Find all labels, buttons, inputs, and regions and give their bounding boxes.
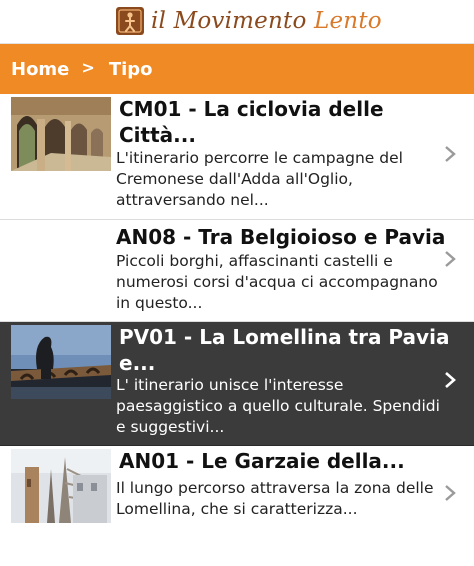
logo[interactable]: il Movimento Lento xyxy=(115,5,382,37)
thumbnail-pv01 xyxy=(11,325,111,399)
item-description: L' itinerario unisce l'interesse paesagg… xyxy=(116,376,440,436)
list-item-selected[interactable]: PV01 - La Lomellina tra Pavia e... L' it… xyxy=(0,322,474,446)
item-title: PV01 - La Lomellina tra Pavia e... xyxy=(119,325,450,375)
logo-word-2: Lento xyxy=(314,8,382,34)
item-description: Il lungo percorso attraversa la zona del… xyxy=(116,479,434,518)
list-item[interactable]: AN01 - Le Garzaie della... Il lungo perc… xyxy=(0,446,474,566)
item-description: Piccoli borghi, affascinanti castelli e … xyxy=(116,252,438,312)
item-description: L'itinerario percorre le campagne del Cr… xyxy=(116,149,403,209)
chevron-right-icon xyxy=(445,485,456,501)
list-item[interactable]: CM01 - La ciclovia delle Città... L'itin… xyxy=(0,94,474,220)
breadcrumb-current: Tipo xyxy=(108,58,153,80)
chevron-right-icon xyxy=(445,372,456,388)
thumbnail-cm01 xyxy=(11,97,111,171)
logo-text: il Movimento Lento xyxy=(151,8,382,34)
list-item[interactable]: AN08 - Tra Belgioioso e Pavia Piccoli bo… xyxy=(0,220,474,322)
chevron-right-icon xyxy=(445,251,456,267)
logo-word-1: il Movimento xyxy=(151,8,307,34)
breadcrumb: Home > Tipo xyxy=(0,44,474,94)
item-title: CM01 - La ciclovia delle Città... xyxy=(119,97,384,147)
chevron-right-icon xyxy=(445,146,456,162)
route-list: CM01 - La ciclovia delle Città... L'itin… xyxy=(0,94,474,566)
breadcrumb-home[interactable]: Home xyxy=(11,59,69,80)
thumbnail-an01 xyxy=(11,449,111,523)
item-title: AN08 - Tra Belgioioso e Pavia xyxy=(116,225,446,249)
item-title: AN01 - Le Garzaie della... xyxy=(119,449,405,473)
breadcrumb-separator-icon: > xyxy=(81,57,95,77)
logo-icon xyxy=(116,7,144,35)
app-header: il Movimento Lento xyxy=(0,0,474,44)
